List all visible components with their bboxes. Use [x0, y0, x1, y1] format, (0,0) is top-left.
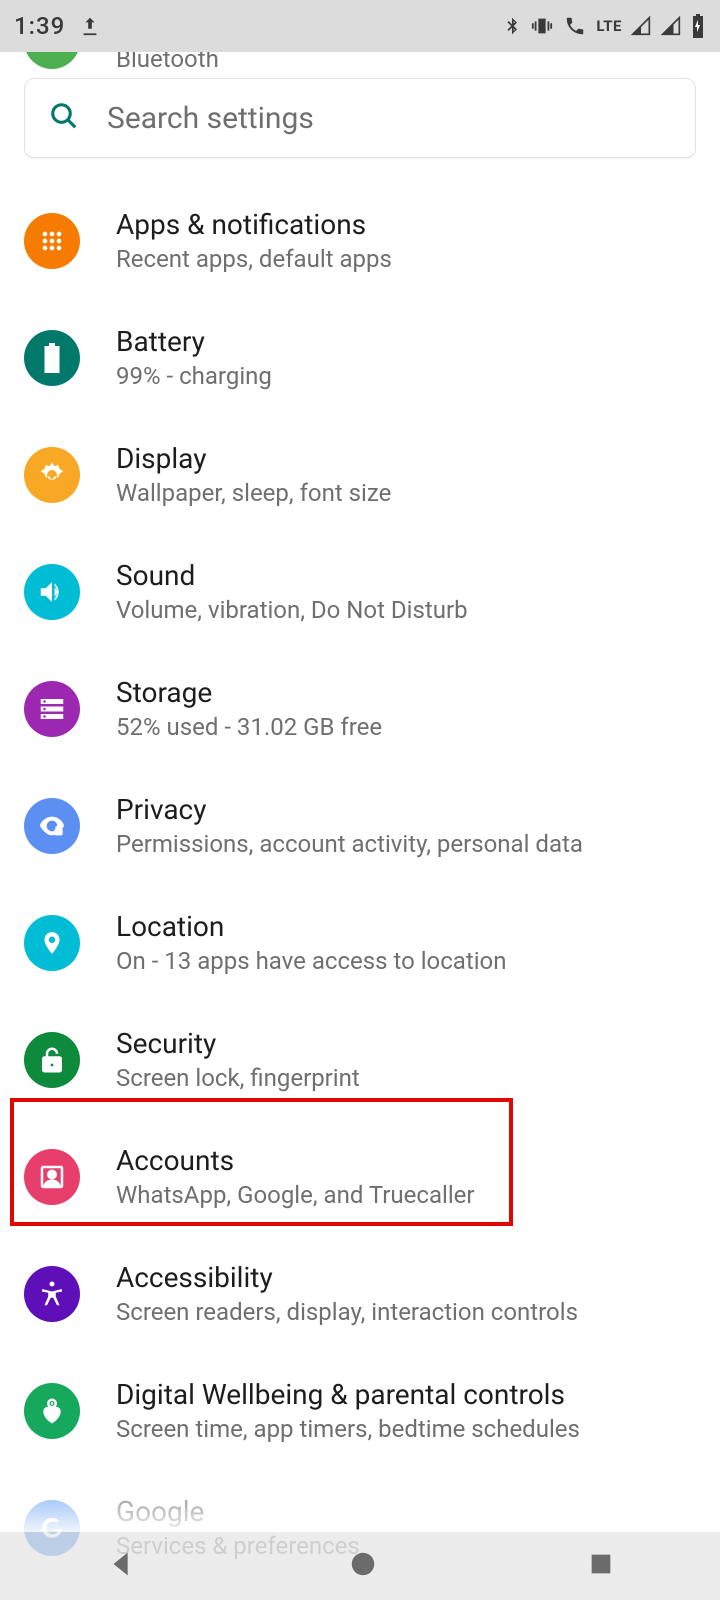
status-left: 1:39	[14, 12, 101, 40]
item-privacy[interactable]: Privacy Permissions, account activity, p…	[24, 767, 696, 884]
item-accounts[interactable]: Accounts WhatsApp, Google, and Truecalle…	[24, 1118, 696, 1235]
item-storage[interactable]: Storage 52% used - 31.02 GB free	[24, 650, 696, 767]
apps-icon	[24, 213, 80, 269]
scroll-peek: Connected devices Bluetooth	[0, 52, 720, 78]
item-title: Sound	[116, 559, 468, 592]
volte-icon	[562, 15, 588, 37]
nav-back-icon[interactable]	[105, 1547, 139, 1585]
item-sub: WhatsApp, Google, and Truecaller	[116, 1181, 475, 1209]
nav-recents-icon[interactable]	[587, 1550, 615, 1582]
item-apps-notifications[interactable]: Apps & notifications Recent apps, defaul…	[24, 182, 696, 299]
item-title: Display	[116, 442, 391, 475]
storage-icon	[24, 681, 80, 737]
settings-list[interactable]: Apps & notifications Recent apps, defaul…	[0, 158, 720, 1469]
item-location[interactable]: Location On - 13 apps have access to loc…	[24, 884, 696, 1001]
wellbeing-icon	[24, 1383, 80, 1439]
battery-charging-icon	[690, 14, 706, 38]
devices-icon	[24, 52, 80, 69]
item-title: Digital Wellbeing & parental controls	[116, 1378, 580, 1411]
item-sub: Bluetooth	[116, 52, 352, 73]
item-sub: 52% used - 31.02 GB free	[116, 713, 382, 741]
item-title: Google	[116, 1495, 360, 1528]
item-title: Apps & notifications	[116, 208, 392, 241]
security-icon	[24, 1032, 80, 1088]
item-title: Battery	[116, 325, 272, 358]
item-sound[interactable]: Sound Volume, vibration, Do Not Disturb	[24, 533, 696, 650]
search-placeholder: Search settings	[107, 101, 314, 136]
upload-icon	[79, 15, 101, 37]
battery-icon	[24, 330, 80, 386]
item-title: Accessibility	[116, 1261, 578, 1294]
nav-home-icon[interactable]	[348, 1549, 378, 1583]
item-display[interactable]: Display Wallpaper, sleep, font size	[24, 416, 696, 533]
item-sub: On - 13 apps have access to location	[116, 947, 507, 975]
item-sub: 99% - charging	[116, 362, 272, 390]
search-settings[interactable]: Search settings	[24, 78, 696, 158]
search-icon	[49, 101, 79, 135]
item-accessibility[interactable]: Accessibility Screen readers, display, i…	[24, 1235, 696, 1352]
location-icon	[24, 915, 80, 971]
item-title: Security	[116, 1027, 360, 1060]
item-title: Privacy	[116, 793, 583, 826]
item-sub: Permissions, account activity, personal …	[116, 830, 583, 858]
item-digital-wellbeing[interactable]: Digital Wellbeing & parental controls Sc…	[24, 1352, 696, 1469]
status-bar: 1:39 LTE	[0, 0, 720, 52]
bluetooth-icon	[502, 14, 522, 38]
item-sub: Wallpaper, sleep, font size	[116, 479, 391, 507]
vibrate-icon	[530, 15, 554, 37]
item-sub: Recent apps, default apps	[116, 245, 392, 273]
item-sub: Screen readers, display, interaction con…	[116, 1298, 578, 1326]
item-security[interactable]: Security Screen lock, fingerprint	[24, 1001, 696, 1118]
accessibility-icon	[24, 1266, 80, 1322]
item-sub: Screen time, app timers, bedtime schedul…	[116, 1415, 580, 1443]
signal-icon-2	[660, 16, 682, 36]
privacy-icon	[24, 798, 80, 854]
signal-icon-1	[630, 16, 652, 36]
sound-icon	[24, 564, 80, 620]
item-title: Storage	[116, 676, 382, 709]
display-icon	[24, 447, 80, 503]
navigation-bar	[0, 1532, 720, 1600]
item-title: Accounts	[116, 1144, 475, 1177]
status-time: 1:39	[14, 12, 65, 40]
item-sub: Volume, vibration, Do Not Disturb	[116, 596, 468, 624]
item-title: Location	[116, 910, 507, 943]
accounts-icon	[24, 1149, 80, 1205]
status-right: LTE	[502, 14, 706, 38]
item-battery[interactable]: Battery 99% - charging	[24, 299, 696, 416]
lte-label: LTE	[596, 17, 622, 35]
item-sub: Screen lock, fingerprint	[116, 1064, 360, 1092]
